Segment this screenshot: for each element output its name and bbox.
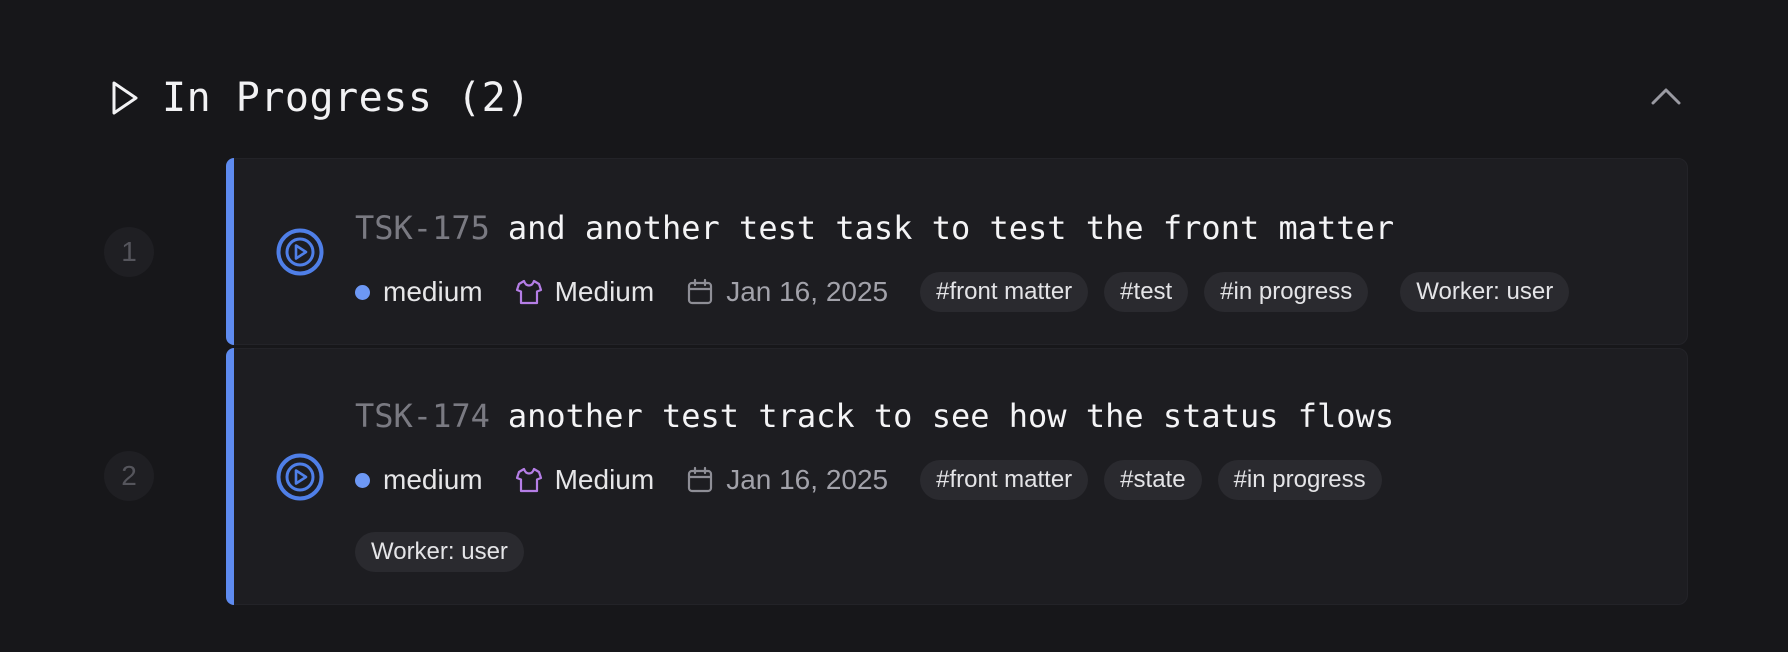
task-title: and another test task to test the front … [507,209,1395,247]
collapse-button[interactable] [1644,78,1688,118]
status-accent-bar [226,158,234,345]
task-card[interactable]: TSK-174 another test track to see how the… [226,348,1688,605]
in-progress-circle-play-icon [275,227,325,277]
tag-chip[interactable]: #in progress [1217,460,1382,500]
due-date: Jan 16, 2025 [686,464,888,496]
task-card[interactable]: TSK-175 and another test task to test the… [226,158,1688,345]
row-number: 1 [104,227,154,277]
size-label: Medium [554,276,655,307]
task-meta: medium Medium Jan 16, 2025 #front matter… [355,460,1382,500]
in-progress-section: In Progress (2) 1 TSK-175 and another tes… [0,0,1788,652]
play-outline-icon [108,78,142,118]
tag-chip[interactable]: #in progress [1204,272,1369,312]
calendar-icon [686,278,714,306]
task-meta: medium Medium Jan 16, 2025 #front matter… [355,272,1570,312]
section-title: In Progress (2) [162,75,531,121]
task-id: TSK-174 [355,397,490,435]
tag-chip[interactable]: #test [1104,272,1189,312]
worker-chip[interactable]: Worker: user [355,532,524,572]
tag-chip[interactable]: #state [1104,460,1202,500]
task-title-line: TSK-174 another test track to see how the… [355,397,1394,435]
chevron-up-icon [1650,86,1682,111]
date-label: Jan 16, 2025 [726,276,889,307]
date-label: Jan 16, 2025 [726,464,889,495]
worker-chip[interactable]: Worker: user [1400,272,1570,312]
priority-label: medium [383,464,483,495]
size-label: Medium [554,464,655,495]
task-meta-overflow: Worker: user [355,532,524,572]
priority-dot-icon [355,472,370,488]
task-title-line: TSK-175 and another test task to test the… [355,209,1394,247]
tag-chip[interactable]: #front matter [920,272,1089,312]
calendar-icon [686,466,714,494]
task-title: another test track to see how the status… [507,397,1395,435]
tag-chip[interactable]: #front matter [920,460,1089,500]
row-number: 2 [104,451,154,501]
task-id: TSK-175 [355,209,490,247]
due-date: Jan 16, 2025 [686,276,888,308]
shirt-size-icon [515,466,543,494]
priority-indicator: medium [355,464,483,496]
size-indicator: Medium [515,464,655,496]
priority-label: medium [383,276,483,307]
size-indicator: Medium [515,276,655,308]
section-header[interactable]: In Progress (2) [108,70,1688,126]
priority-indicator: medium [355,276,483,308]
status-accent-bar [226,348,234,605]
shirt-size-icon [515,278,543,306]
priority-dot-icon [355,284,370,300]
in-progress-circle-play-icon [275,452,325,502]
